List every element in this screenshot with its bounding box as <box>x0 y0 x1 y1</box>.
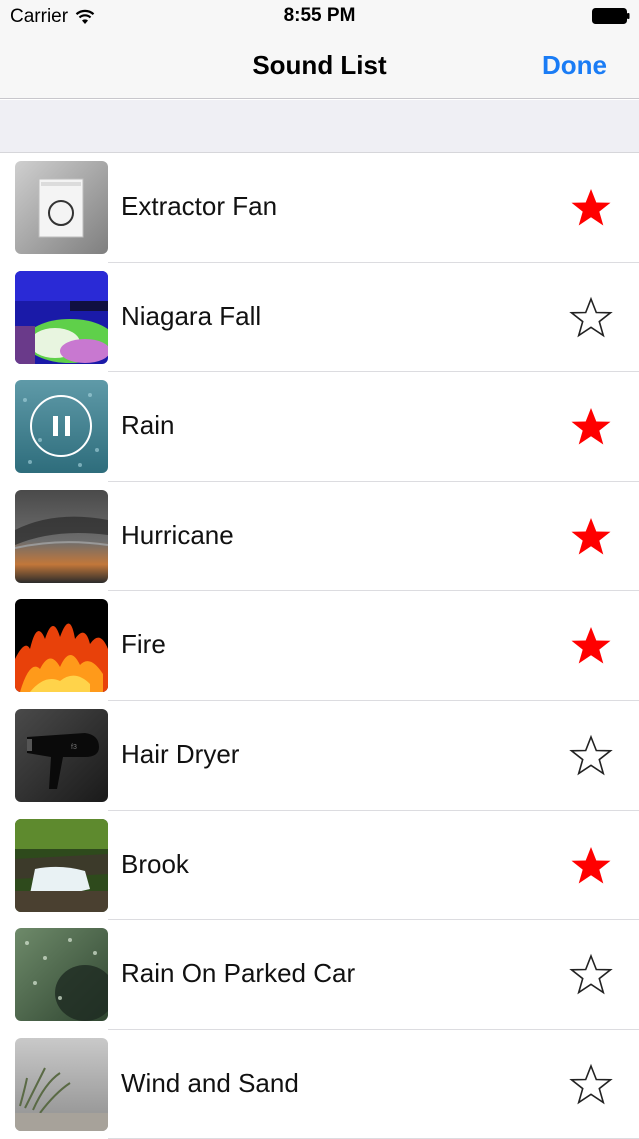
sound-row-wind-and-sand[interactable]: Wind and Sand <box>0 1029 639 1139</box>
battery-icon <box>592 8 630 24</box>
sound-name: Extractor Fan <box>121 191 278 221</box>
favorite-star-filled-icon[interactable] <box>569 186 613 230</box>
sound-row-rain[interactable]: Rain <box>0 372 639 482</box>
rain-on-parked-car-thumbnail <box>15 928 108 1022</box>
sound-row-niagara-fall[interactable]: Niagara Fall <box>0 262 639 373</box>
favorite-star-outline-icon[interactable] <box>569 1063 613 1107</box>
favorite-star-filled-icon[interactable] <box>569 515 613 559</box>
brook-thumbnail <box>15 818 108 912</box>
sound-row-fire[interactable]: Fire <box>0 591 639 701</box>
favorite-star-outline-icon[interactable] <box>569 953 613 997</box>
sound-row-extractor-fan[interactable]: Extractor Fan <box>0 153 639 263</box>
sound-row-hair-dryer[interactable]: f3 Hair Dryer <box>0 700 639 811</box>
sound-name: Wind and Sand <box>121 1067 299 1098</box>
rain-thumbnail <box>15 380 108 474</box>
sound-list: Extractor Fan Niagara Fall Rain Hurrican… <box>0 153 639 1139</box>
sound-row-rain-on-parked-car[interactable]: Rain On Parked Car <box>0 920 639 1030</box>
sound-name: Hurricane <box>121 519 234 550</box>
sound-name: Brook <box>121 848 189 879</box>
sound-name: Rain <box>121 410 175 441</box>
status-bar: Carrier 8:55 PM <box>0 0 639 32</box>
extractor-fan-thumbnail <box>15 161 108 254</box>
sound-name: Hair Dryer <box>121 738 240 769</box>
fire-thumbnail <box>15 599 108 693</box>
navigation-bar: Sound List Done <box>0 32 639 99</box>
niagara-fall-thumbnail <box>15 270 108 364</box>
wind-and-sand-thumbnail <box>15 1037 108 1131</box>
favorite-star-outline-icon[interactable] <box>569 296 613 340</box>
section-header <box>0 100 639 153</box>
favorite-star-outline-icon[interactable] <box>569 734 613 778</box>
sound-name: Fire <box>121 629 166 660</box>
pause-icon <box>53 416 58 437</box>
favorite-star-filled-icon[interactable] <box>569 844 613 888</box>
sound-row-hurricane[interactable]: Hurricane <box>0 481 639 592</box>
sound-name: Niagara Fall <box>121 300 262 331</box>
sound-name: Rain On Parked Car <box>121 958 356 989</box>
sound-row-brook[interactable]: Brook <box>0 810 639 921</box>
hair-dryer-thumbnail: f3 <box>15 708 108 802</box>
favorite-star-filled-icon[interactable] <box>569 405 613 449</box>
hurricane-thumbnail <box>15 489 108 583</box>
favorite-star-filled-icon[interactable] <box>569 624 613 668</box>
svg-text:f3: f3 <box>71 744 77 751</box>
done-button[interactable]: Done <box>542 50 607 81</box>
status-time: 8:55 PM <box>283 5 356 26</box>
